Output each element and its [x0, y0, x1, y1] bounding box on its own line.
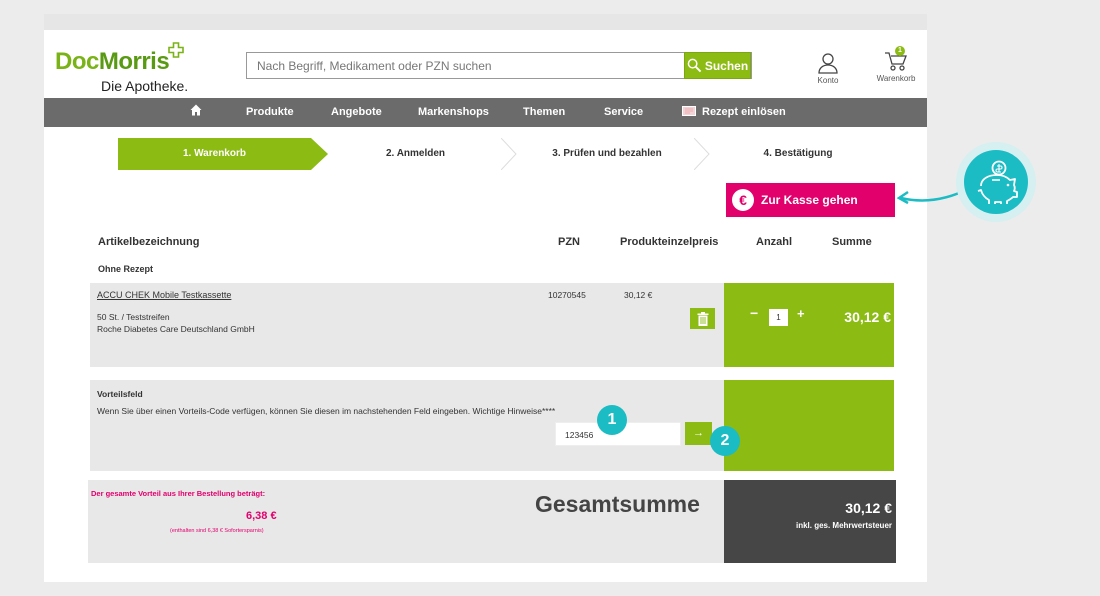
voucher-side-panel [724, 380, 894, 471]
checkout-steps: 1. Warenkorb 2. Anmelden 3. Prüfen und b… [118, 138, 886, 170]
col-header-quantity: Anzahl [756, 236, 793, 248]
total-heading: Gesamtsumme [535, 491, 700, 517]
nav-item-angebote[interactable]: Angebote [331, 98, 382, 127]
row-sum: 30,12 € [844, 309, 891, 325]
col-header-pzn: PZN [558, 236, 580, 248]
callout-marker-1: 1 [597, 405, 627, 435]
cart-count-badge: 1 [895, 46, 905, 56]
trash-icon [697, 311, 708, 326]
savings-label: Der gesamte Vorteil aus Ihrer Bestellung… [91, 489, 266, 498]
voucher-description: Wenn Sie über einen Vorteils-Code verfüg… [97, 406, 556, 416]
savings-note: (enthalten sind 6,38 € Sofortersparnis) [170, 528, 264, 534]
search-bar: Suchen [246, 52, 752, 79]
euro-icon: € [732, 189, 754, 211]
step-separator [501, 138, 517, 170]
top-strip [44, 14, 927, 30]
table-row-quantity-sum: − 1 + 30,12 € [724, 283, 894, 367]
search-button-label: Suchen [704, 58, 749, 73]
piggy-bank-icon [977, 160, 1018, 204]
piggy-bank-circle [964, 150, 1028, 214]
remove-item-button[interactable] [690, 308, 715, 329]
table-row: ACCU CHEK Mobile Testkassette 50 St. / T… [90, 283, 724, 367]
product-pzn: 10270545 [548, 290, 586, 300]
step-warenkorb: 1. Warenkorb [118, 138, 311, 170]
cart-label: Warenkorb [876, 74, 916, 83]
product-name-link[interactable]: ACCU CHEK Mobile Testkassette [97, 290, 231, 300]
step-anmelden: 2. Anmelden [385, 148, 446, 159]
total-tax-note: inkl. ges. Mehrwertsteuer [795, 521, 892, 530]
prescription-icon [682, 106, 696, 116]
product-unit-price: 30,12 € [624, 290, 653, 300]
callout-marker-2: 2 [710, 426, 740, 456]
checkout-button[interactable]: € Zur Kasse gehen [726, 183, 895, 217]
quantity-increase-button[interactable]: + [797, 306, 805, 321]
total-value: 30,12 € [845, 500, 892, 516]
savings-badge [956, 142, 1036, 222]
nav-item-rezept-label: Rezept einlösen [702, 106, 786, 118]
logo-text-morris: Morris [98, 48, 170, 75]
step-active-arrow [311, 138, 328, 170]
pharmacy-cross-icon [168, 42, 184, 58]
logo-text-doc: Doc [55, 48, 99, 75]
section-label: Ohne Rezept [98, 264, 154, 274]
step-bestaetigung: 4. Bestätigung [763, 148, 833, 159]
quantity-decrease-button[interactable]: − [750, 305, 758, 321]
voucher-section: Vorteilsfeld Wenn Sie über einen Vorteil… [90, 380, 724, 471]
nav-item-markenshops[interactable]: Markenshops [418, 98, 489, 127]
product-package: 50 St. / Teststreifen [97, 312, 170, 322]
checkout-button-label: Zur Kasse gehen [761, 193, 858, 207]
total-panel: 30,12 € inkl. ges. Mehrwertsteuer [724, 480, 896, 563]
logo-tagline: Die Apotheke. [101, 78, 189, 94]
nav-item-service[interactable]: Service [604, 98, 643, 127]
col-header-sum: Summe [832, 236, 872, 248]
col-header-unit-price: Produkteinzelpreis [620, 236, 719, 248]
voucher-title: Vorteilsfeld [97, 389, 143, 399]
logo[interactable]: DocMorris Die Apotheke. [55, 42, 195, 98]
savings-panel: Der gesamte Vorteil aus Ihrer Bestellung… [88, 480, 724, 563]
account-link[interactable]: Konto [814, 52, 842, 85]
user-icon [818, 53, 838, 74]
nav-item-produkte[interactable]: Produkte [246, 98, 294, 127]
nav-item-rezept[interactable]: Rezept einlösen [682, 98, 786, 127]
nav-home[interactable] [190, 98, 202, 127]
product-manufacturer: Roche Diabetes Care Deutschland GmbH [97, 324, 255, 334]
voucher-submit-button[interactable]: → [685, 422, 712, 445]
step-pruefen: 3. Prüfen und bezahlen [552, 148, 662, 159]
main-navigation: Produkte Angebote Markenshops Themen Ser… [44, 98, 927, 127]
step-separator [694, 138, 710, 170]
quantity-input[interactable]: 1 [769, 309, 788, 326]
cart-link[interactable]: 1 Warenkorb [874, 46, 918, 83]
search-button[interactable]: Suchen [684, 52, 751, 79]
logo-wordmark: DocMorris [55, 48, 170, 76]
search-icon [687, 58, 702, 73]
col-header-article: Artikelbezeichnung [98, 236, 200, 248]
search-input[interactable] [247, 53, 685, 78]
savings-value: 6,38 € [246, 510, 277, 522]
account-label: Konto [817, 76, 839, 85]
home-icon [190, 104, 202, 116]
nav-item-themen[interactable]: Themen [523, 98, 565, 127]
page-frame: DocMorris Die Apotheke. Suchen Konto [44, 14, 927, 582]
